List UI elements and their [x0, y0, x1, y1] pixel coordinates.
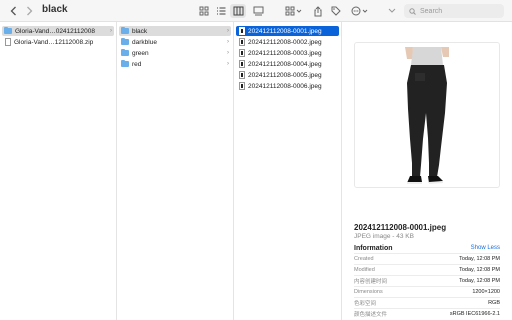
chevron-right-icon	[26, 6, 32, 16]
list-icon	[217, 7, 226, 15]
preview-file-name: 202412112008-0001.jpeg	[354, 223, 447, 232]
group-grid-icon	[285, 6, 302, 16]
tag-icon	[331, 6, 341, 16]
folder-icon	[4, 27, 12, 34]
chevron-right-icon: ›	[110, 28, 112, 34]
more-icon	[351, 6, 368, 16]
toolbar: black Search	[0, 0, 512, 22]
expand-button[interactable]	[388, 4, 396, 18]
folder-icon	[121, 49, 129, 56]
zip-file-icon	[5, 38, 11, 46]
chevron-down-icon	[388, 8, 396, 13]
image-file-icon	[239, 49, 245, 57]
list-item[interactable]: black ›	[119, 26, 231, 36]
share-icon	[314, 5, 322, 16]
info-row-content-created: 内容创建时间 Today, 12:08 PM	[354, 275, 500, 285]
folder-icon	[121, 27, 129, 34]
search-placeholder: Search	[420, 7, 443, 15]
chevron-right-icon: ›	[227, 28, 229, 34]
window-title: black	[42, 4, 68, 15]
product-photo	[405, 47, 449, 184]
list-item[interactable]: red ›	[119, 59, 231, 69]
folder-icon	[121, 60, 129, 67]
gallery-view-button[interactable]	[250, 4, 266, 18]
chevron-right-icon: ›	[227, 39, 229, 45]
share-button[interactable]	[310, 4, 326, 18]
list-view-button[interactable]	[213, 4, 229, 18]
image-file-icon	[239, 27, 245, 35]
icon-view-button[interactable]	[196, 4, 212, 18]
tag-button[interactable]	[328, 4, 344, 18]
chevron-right-icon: ›	[227, 61, 229, 67]
folder-icon	[121, 38, 129, 45]
image-file-icon	[239, 82, 245, 90]
gallery-icon	[253, 6, 263, 16]
search-icon	[409, 7, 416, 15]
chevron-left-icon	[10, 6, 16, 16]
list-item[interactable]: green ›	[119, 48, 231, 58]
column-view-button[interactable]	[230, 4, 246, 18]
image-file-icon	[239, 38, 245, 46]
chevron-right-icon: ›	[227, 50, 229, 56]
info-row-color-profile: 颜色描述文件 sRGB IEC61966-2.1	[354, 308, 500, 318]
finder-window: black Search Gloria-Vand…02412112008 › G…	[0, 0, 512, 320]
info-row-created: Created Today, 12:08 PM	[354, 253, 500, 263]
list-item[interactable]: Gloria-Vand…02412112008 ›	[2, 26, 114, 36]
list-item[interactable]: 202412112008-0004.jpeg	[236, 59, 339, 69]
list-item[interactable]: 202412112008-0006.jpeg	[236, 81, 339, 91]
show-less-link[interactable]: Show Less	[471, 245, 500, 251]
image-preview	[354, 42, 500, 188]
list-item[interactable]: 202412112008-0003.jpeg	[236, 48, 339, 58]
image-file-icon	[239, 60, 245, 68]
preview-pane: 202412112008-0001.jpeg JPEG image - 43 K…	[342, 22, 512, 320]
action-button[interactable]	[349, 4, 371, 18]
info-heading: Information	[354, 245, 393, 252]
info-row-color-space: 色彩空间 RGB	[354, 297, 500, 307]
image-file-icon	[239, 71, 245, 79]
list-item[interactable]: 202412112008-0002.jpeg	[236, 37, 339, 47]
back-button[interactable]	[8, 4, 18, 18]
grid-icon	[199, 6, 209, 16]
info-row-modified: Modified Today, 12:08 PM	[354, 264, 500, 274]
list-item[interactable]: 202412112008-0001.jpeg	[236, 26, 339, 36]
list-item[interactable]: 202412112008-0005.jpeg	[236, 70, 339, 80]
group-button[interactable]	[283, 4, 305, 18]
info-row-dimensions: Dimensions 1200×1200	[354, 286, 500, 296]
search-field[interactable]: Search	[404, 4, 504, 18]
list-item[interactable]: darkblue ›	[119, 37, 231, 47]
preview-file-kind: JPEG image - 43 KB	[354, 233, 414, 240]
list-item[interactable]: Gloria-Vand…12112008.zip	[2, 37, 114, 47]
column-1: Gloria-Vand…02412112008 › Gloria-Vand…12…	[0, 22, 117, 320]
column-2: black › darkblue › green › red ›	[117, 22, 234, 320]
column-3: 202412112008-0001.jpeg 202412112008-0002…	[234, 22, 342, 320]
forward-button[interactable]	[24, 4, 34, 18]
columns-icon	[233, 6, 243, 16]
